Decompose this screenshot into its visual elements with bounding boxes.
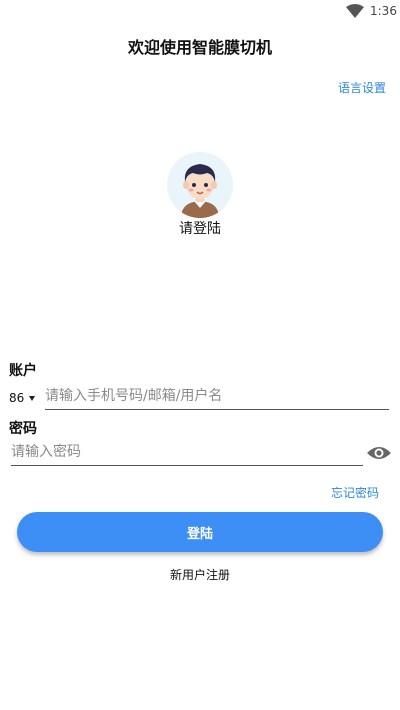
caret-down-icon xyxy=(29,395,36,401)
login-button[interactable]: 登陆 xyxy=(17,512,383,552)
account-input[interactable] xyxy=(45,386,389,410)
user-avatar-icon xyxy=(167,152,233,218)
password-input[interactable] xyxy=(11,442,363,466)
login-prompt: 请登陆 xyxy=(179,221,221,237)
language-settings-link[interactable]: 语言设置 xyxy=(338,79,386,96)
account-label: 账户 xyxy=(9,363,37,379)
country-code-value: 86 xyxy=(9,391,25,405)
page-title: 欢迎使用智能膜切机 xyxy=(127,38,272,57)
register-link[interactable]: 新用户注册 xyxy=(0,566,400,583)
country-code-selector[interactable]: 86 xyxy=(9,391,36,405)
eye-icon[interactable] xyxy=(366,444,392,462)
forgot-password-link[interactable]: 忘记密码 xyxy=(331,484,379,501)
wifi-icon xyxy=(346,4,364,18)
status-time: 1:36 xyxy=(370,4,397,18)
password-label: 密码 xyxy=(9,421,37,437)
status-bar: 1:36 xyxy=(0,0,400,24)
